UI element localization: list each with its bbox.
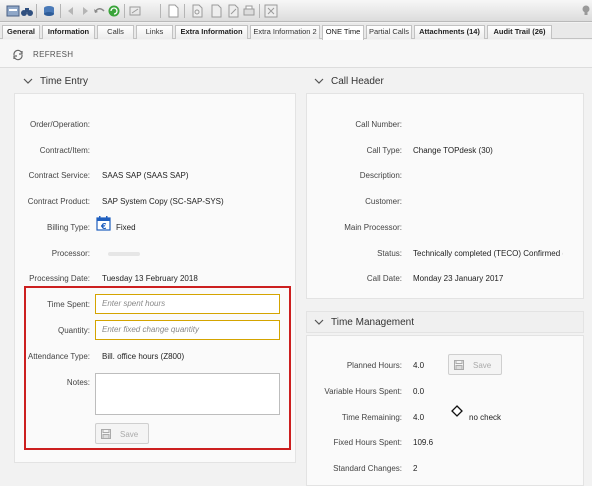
tab-general[interactable]: General bbox=[2, 25, 40, 39]
time-management-header[interactable]: Time Management bbox=[314, 312, 584, 334]
toolbar-separator bbox=[36, 4, 37, 18]
status-label: Status: bbox=[377, 249, 402, 258]
copy-document-icon[interactable] bbox=[210, 4, 224, 18]
variable-hours-label: Variable Hours Spent: bbox=[324, 387, 402, 396]
time-management-save-button[interactable]: Save bbox=[448, 354, 502, 375]
time-entry-title: Time Entry bbox=[40, 76, 88, 87]
call-date-label: Call Date: bbox=[366, 274, 402, 283]
chevron-down-icon bbox=[23, 77, 33, 85]
redacted-processor bbox=[108, 252, 140, 256]
call-date-value: Monday 23 January 2017 bbox=[413, 274, 504, 283]
binoculars-icon[interactable] bbox=[20, 4, 34, 18]
tab-audit-trail[interactable]: Audit Trail (26) bbox=[487, 25, 552, 39]
toolbar-separator bbox=[160, 4, 161, 18]
check-status-value: no check bbox=[469, 413, 502, 422]
toolbar-separator bbox=[184, 4, 185, 18]
undo-icon[interactable] bbox=[92, 4, 106, 18]
planned-hours-value: 4.0 bbox=[413, 361, 425, 370]
tab-extra-information-2[interactable]: Extra Information 2 bbox=[250, 25, 320, 39]
billing-type-value: Fixed bbox=[116, 223, 136, 232]
chevron-down-icon bbox=[314, 318, 324, 326]
planned-hours-label: Planned Hours: bbox=[346, 361, 402, 370]
tab-bar: General Information Calls Links Extra In… bbox=[0, 23, 592, 40]
database-icon[interactable] bbox=[42, 4, 56, 18]
contract-item-label: Contract/Item: bbox=[39, 146, 90, 155]
processing-date-value: Tuesday 13 February 2018 bbox=[102, 274, 198, 283]
edit-document-icon[interactable] bbox=[226, 4, 240, 18]
billing-type-label: Billing Type: bbox=[47, 223, 90, 232]
time-remaining-value: 4.0 bbox=[413, 413, 425, 422]
attach-icon[interactable] bbox=[190, 4, 204, 18]
main-processor-label: Main Processor: bbox=[344, 223, 402, 232]
call-number-label: Call Number: bbox=[355, 120, 402, 129]
save-button-label: Save bbox=[473, 361, 492, 370]
time-remaining-label: Time Remaining: bbox=[341, 413, 402, 422]
call-header-title: Call Header bbox=[331, 76, 384, 87]
chevron-down-icon bbox=[314, 77, 324, 85]
processor-label: Processor: bbox=[51, 249, 90, 258]
tab-links[interactable]: Links bbox=[136, 25, 173, 39]
first-record-icon[interactable] bbox=[64, 4, 78, 18]
calendar-euro-icon: € bbox=[96, 215, 112, 232]
tab-information[interactable]: Information bbox=[42, 25, 95, 39]
toolbar-separator bbox=[259, 4, 260, 18]
standard-changes-label: Standard Changes: bbox=[333, 464, 402, 473]
svg-text:€: € bbox=[100, 222, 107, 231]
refresh-button[interactable]: REFRESH bbox=[33, 50, 73, 59]
contract-product-value: SAP System Copy (SC-SAP-SYS) bbox=[102, 197, 224, 206]
standard-changes-value: 2 bbox=[413, 464, 418, 473]
floppy-disk-icon bbox=[454, 360, 464, 370]
next-record-icon[interactable] bbox=[78, 4, 92, 18]
processing-date-label: Processing Date: bbox=[29, 274, 90, 283]
select-icon[interactable] bbox=[6, 4, 20, 18]
toolbar bbox=[0, 0, 592, 22]
customer-label: Customer: bbox=[365, 197, 402, 206]
toolbar-separator bbox=[124, 4, 125, 18]
toolbar-separator bbox=[60, 4, 61, 18]
refresh-green-icon[interactable] bbox=[107, 4, 121, 18]
tools-icon[interactable] bbox=[128, 4, 142, 18]
tab-attachments[interactable]: Attachments (14) bbox=[414, 25, 485, 39]
fixed-hours-label: Fixed Hours Spent: bbox=[333, 438, 402, 447]
red-highlight-frame bbox=[24, 286, 291, 450]
time-entry-header[interactable]: Time Entry bbox=[23, 71, 293, 93]
order-operation-label: Order/Operation: bbox=[29, 120, 90, 129]
contract-service-label: Contract Service: bbox=[28, 171, 90, 180]
tab-one-time[interactable]: ONE Time bbox=[322, 25, 364, 40]
call-type-label: Call Type: bbox=[366, 146, 402, 155]
print-icon[interactable] bbox=[242, 4, 256, 18]
tab-calls[interactable]: Calls bbox=[97, 25, 134, 39]
diamond-icon bbox=[451, 405, 463, 417]
call-header-panel bbox=[306, 93, 584, 299]
contract-product-label: Contract Product: bbox=[27, 197, 90, 206]
time-management-title: Time Management bbox=[331, 317, 414, 328]
call-header-header[interactable]: Call Header bbox=[314, 71, 584, 93]
lightbulb-icon[interactable] bbox=[579, 4, 592, 18]
refresh-bar: REFRESH bbox=[0, 40, 592, 68]
description-label: Description: bbox=[359, 171, 402, 180]
contract-service-value: SAAS SAP (SAAS SAP) bbox=[102, 171, 189, 180]
fixed-hours-value: 109.6 bbox=[413, 438, 434, 447]
tab-partial-calls[interactable]: Partial Calls bbox=[366, 25, 412, 39]
refresh-icon[interactable] bbox=[12, 49, 24, 61]
status-value: Technically completed (TECO) Confirmed (… bbox=[413, 249, 563, 258]
close-window-icon[interactable] bbox=[264, 4, 278, 18]
tab-extra-information[interactable]: Extra Information bbox=[175, 25, 248, 39]
call-type-value: Change TOPdesk (30) bbox=[413, 146, 493, 155]
document-icon[interactable] bbox=[166, 4, 180, 18]
variable-hours-value: 0.0 bbox=[413, 387, 425, 396]
